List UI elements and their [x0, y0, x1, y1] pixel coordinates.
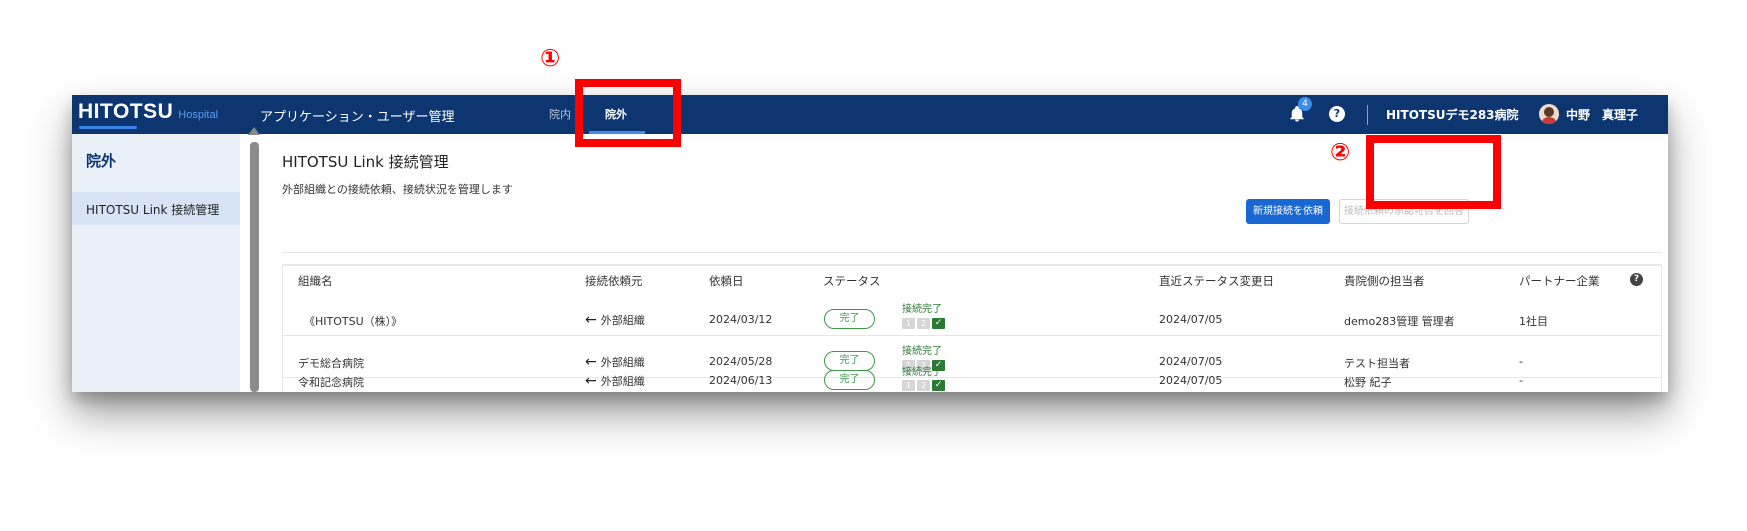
cell-date: 2024/03/12	[709, 313, 773, 326]
logo-underline	[79, 126, 137, 129]
th-contact[interactable]: 貴院側の担当者	[1344, 273, 1425, 289]
cell-last-change: 2024/07/05	[1159, 374, 1223, 387]
divider	[282, 335, 1662, 336]
cell-source: ← 外部組織	[585, 312, 645, 328]
cell-org: デモ総合病院	[298, 357, 364, 370]
cell-partner: -	[1519, 355, 1523, 368]
step-1-icon: 1	[902, 380, 915, 391]
sidebar: 院外 HITOTSU Link 接続管理	[72, 134, 240, 392]
th-partner[interactable]: パートナー企業	[1519, 273, 1600, 289]
annotation-marker-2: ②	[1330, 138, 1351, 166]
status-badge: 完了	[824, 351, 875, 371]
scrollbar-thumb[interactable]	[250, 142, 259, 392]
cell-contact: テスト担当者	[1344, 357, 1410, 370]
top-navbar: HITOTSU Hospital アプリケーション・ユーザー管理 院内 院外 4 …	[72, 95, 1668, 134]
arrow-left-icon: ←	[585, 373, 597, 389]
cell-source-label: 外部組織	[600, 314, 645, 327]
sidebar-item-link-management[interactable]: HITOTSU Link 接続管理	[72, 192, 240, 225]
cell-source-label: 外部組織	[600, 356, 645, 369]
help-icon[interactable]: ?	[1329, 106, 1345, 122]
check-icon: ✓	[932, 380, 945, 391]
page-title: HITOTSU Link 接続管理	[282, 153, 449, 171]
new-connection-button[interactable]: 新規接続を依頼	[1246, 199, 1330, 224]
th-request-source[interactable]: 接続依頼元	[585, 273, 643, 289]
step-2-icon: 2	[917, 318, 930, 329]
scroll-up-arrow-icon[interactable]	[248, 127, 260, 135]
annotation-marker-1: ①	[540, 44, 561, 72]
hospital-name: HITOTSUデモ283病院	[1386, 108, 1519, 122]
page-description: 外部組織との接続依頼、接続状況を管理します	[282, 183, 513, 196]
notification-badge: 4	[1298, 97, 1312, 111]
annotation-highlight-tab	[575, 79, 681, 147]
cell-org: 令和記念病院	[298, 376, 364, 389]
nav-app-user-management[interactable]: アプリケーション・ユーザー管理	[260, 106, 454, 125]
step-2-icon: 2	[917, 380, 930, 391]
divider	[1367, 105, 1368, 125]
cell-date: 2024/05/28	[709, 355, 773, 368]
connection-status-label: 接続完了	[902, 346, 942, 357]
avatar[interactable]	[1539, 104, 1559, 124]
cell-source: ← 外部組織	[585, 373, 645, 389]
cell-source-label: 外部組織	[600, 375, 645, 388]
annotation-highlight-button	[1366, 135, 1501, 209]
arrow-left-icon: ←	[585, 312, 597, 328]
table-border	[282, 265, 283, 392]
arrow-left-icon: ←	[585, 354, 597, 370]
connection-status-label: 接続完了	[902, 304, 942, 315]
table-header-border	[282, 265, 1662, 266]
logo[interactable]: HITOTSU Hospital	[78, 100, 219, 129]
cell-last-change: 2024/07/05	[1159, 355, 1223, 368]
th-request-date[interactable]: 依頼日	[709, 273, 744, 289]
user-name[interactable]: 中野 真理子	[1566, 106, 1638, 123]
check-icon: ✓	[932, 318, 945, 329]
step-1-icon: 1	[902, 318, 915, 329]
th-status[interactable]: ステータス	[823, 273, 881, 289]
th-last-change-date[interactable]: 直近ステータス変更日	[1159, 273, 1274, 289]
cell-contact: 松野 紀子	[1344, 376, 1392, 389]
connection-status-label: 接続完了	[902, 367, 942, 378]
status-badge: 完了	[824, 370, 875, 390]
divider	[282, 252, 1662, 253]
logo-subtext: Hospital	[178, 109, 219, 121]
cell-org: 《HITOTSU（株）》	[304, 315, 403, 328]
th-org-name[interactable]: 組織名	[298, 273, 333, 289]
cell-last-change: 2024/07/05	[1159, 313, 1223, 326]
cell-date: 2024/06/13	[709, 374, 773, 387]
sidebar-item-label: HITOTSU Link 接続管理	[86, 203, 220, 217]
status-badge: 完了	[824, 309, 875, 329]
divider	[282, 377, 1662, 378]
logo-text: HITOTSU	[78, 100, 174, 123]
cell-partner: -	[1519, 374, 1523, 387]
cell-partner: 1社目	[1519, 315, 1548, 328]
sidebar-title: 院外	[86, 152, 117, 170]
table-border	[1661, 265, 1662, 392]
tab-innai[interactable]: 院内	[549, 106, 571, 122]
cell-contact: demo283管理 管理者	[1344, 315, 1455, 328]
cell-source: ← 外部組織	[585, 354, 645, 370]
help-icon[interactable]: ?	[1630, 273, 1643, 286]
